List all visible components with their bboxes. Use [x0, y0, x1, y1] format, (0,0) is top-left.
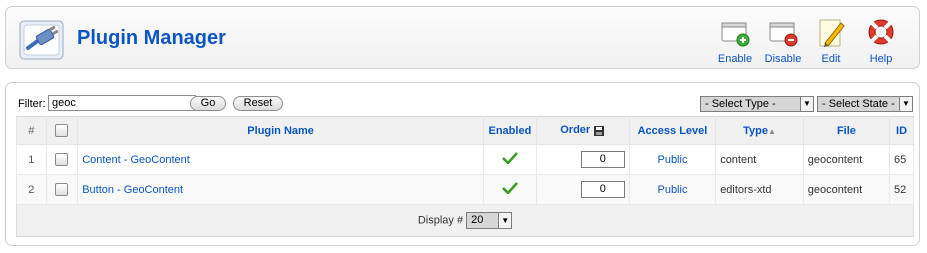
page-title: Plugin Manager	[77, 27, 226, 49]
save-order-icon[interactable]	[593, 125, 605, 137]
filter-input[interactable]: geoc	[48, 95, 196, 111]
sort-order-link[interactable]: Order	[560, 124, 590, 136]
col-access-header[interactable]: Access Level	[628, 116, 717, 145]
chevron-down-icon: ▼	[800, 97, 813, 111]
row-number: 2	[16, 174, 47, 205]
plugin-name-link[interactable]: Button - GeoContent	[82, 184, 183, 196]
enabled-cell	[483, 144, 537, 175]
order-input[interactable]: 0	[580, 151, 625, 168]
col-order-header[interactable]: Order	[535, 116, 630, 145]
row-checkbox[interactable]	[55, 183, 69, 196]
disable-button[interactable]: Disable	[761, 17, 805, 67]
enable-icon	[721, 22, 750, 47]
access-cell: Public	[628, 144, 717, 175]
toolbar: Enable Disable Edit Help	[713, 17, 913, 67]
header-panel: Plugin Manager Enable Disable Edit Help	[5, 6, 920, 69]
enable-label: Enable	[717, 53, 753, 65]
access-cell: Public	[628, 174, 717, 205]
edit-label: Edit	[821, 53, 841, 65]
edit-pencil-icon	[819, 19, 845, 47]
enabled-check-icon[interactable]	[502, 152, 518, 164]
table-row: 2 Button - GeoContent 0 Public editors-x…	[16, 174, 914, 205]
display-count-value: 20	[471, 214, 484, 226]
pagination-cell: Display # 20 ▼	[16, 204, 914, 237]
help-label: Help	[869, 53, 893, 65]
go-button[interactable]: Go	[190, 96, 226, 111]
disable-icon	[769, 22, 798, 47]
plugin-cable-icon	[19, 20, 64, 60]
display-count-select[interactable]: 20 ▼	[466, 212, 513, 229]
disable-label: Disable	[764, 53, 802, 65]
table-header-row: # Plugin Name Enabled Order Access Level	[16, 116, 914, 145]
sort-type-link[interactable]: Type	[743, 125, 768, 137]
enabled-cell	[483, 174, 537, 205]
sort-enabled-link[interactable]: Enabled	[489, 125, 532, 137]
plugin-name-cell: Content - GeoContent	[77, 144, 485, 175]
plugin-name-link[interactable]: Content - GeoContent	[82, 154, 190, 166]
col-type-header[interactable]: Type▲	[715, 116, 804, 145]
type-select[interactable]: - Select Type - ▼	[700, 96, 814, 112]
col-name-header[interactable]: Plugin Name	[77, 116, 485, 145]
type-cell: editors-xtd	[715, 174, 804, 205]
col-id-header[interactable]: ID	[889, 116, 914, 145]
table-row: 1 Content - GeoContent 0 Public content …	[16, 144, 914, 175]
state-select-value: - Select State -	[822, 98, 895, 110]
chevron-down-icon: ▼	[498, 213, 512, 228]
row-checkbox-cell	[45, 144, 79, 175]
access-level-link[interactable]: Public	[657, 184, 687, 196]
order-input[interactable]: 0	[580, 181, 625, 198]
order-cell: 0	[535, 144, 630, 175]
id-cell: 65	[889, 144, 914, 175]
help-button[interactable]: Help	[861, 17, 901, 67]
reset-button[interactable]: Reset	[233, 96, 283, 111]
sort-access-link[interactable]: Access Level	[638, 125, 708, 137]
sort-id-link[interactable]: ID	[896, 125, 907, 137]
col-file-header[interactable]: File	[802, 116, 891, 145]
col-num-header: #	[16, 116, 47, 145]
sort-asc-icon: ▲	[767, 126, 776, 136]
enabled-check-icon[interactable]	[502, 182, 518, 194]
filter-bar: Filter: geoc Go Reset - Select Type - ▼ …	[18, 95, 914, 113]
edit-button[interactable]: Edit	[811, 17, 851, 67]
plugin-list-panel: Filter: geoc Go Reset - Select Type - ▼ …	[5, 82, 920, 246]
order-cell: 0	[535, 174, 630, 205]
file-cell: geocontent	[802, 174, 891, 205]
id-cell: 52	[889, 174, 914, 205]
access-level-link[interactable]: Public	[657, 154, 687, 166]
sort-name-link[interactable]: Plugin Name	[247, 125, 314, 137]
row-number: 1	[16, 144, 47, 175]
enable-button[interactable]: Enable	[713, 17, 757, 67]
row-checkbox[interactable]	[55, 153, 69, 166]
col-checkbox-header	[45, 116, 79, 145]
filter-label: Filter:	[18, 98, 46, 110]
help-lifebuoy-icon	[868, 19, 894, 45]
col-enabled-header[interactable]: Enabled	[483, 116, 537, 145]
state-select[interactable]: - Select State - ▼	[817, 96, 913, 112]
select-all-checkbox[interactable]	[55, 124, 69, 137]
plugin-table: # Plugin Name Enabled Order Access Level	[16, 116, 914, 237]
type-cell: content	[715, 144, 804, 175]
pagination-row: Display # 20 ▼	[16, 204, 914, 237]
plugin-name-cell: Button - GeoContent	[77, 174, 485, 205]
file-cell: geocontent	[802, 144, 891, 175]
sort-file-link[interactable]: File	[837, 125, 856, 137]
display-label: Display #	[417, 214, 464, 227]
type-select-value: - Select Type -	[705, 98, 776, 110]
chevron-down-icon: ▼	[899, 97, 912, 111]
row-checkbox-cell	[45, 174, 79, 205]
